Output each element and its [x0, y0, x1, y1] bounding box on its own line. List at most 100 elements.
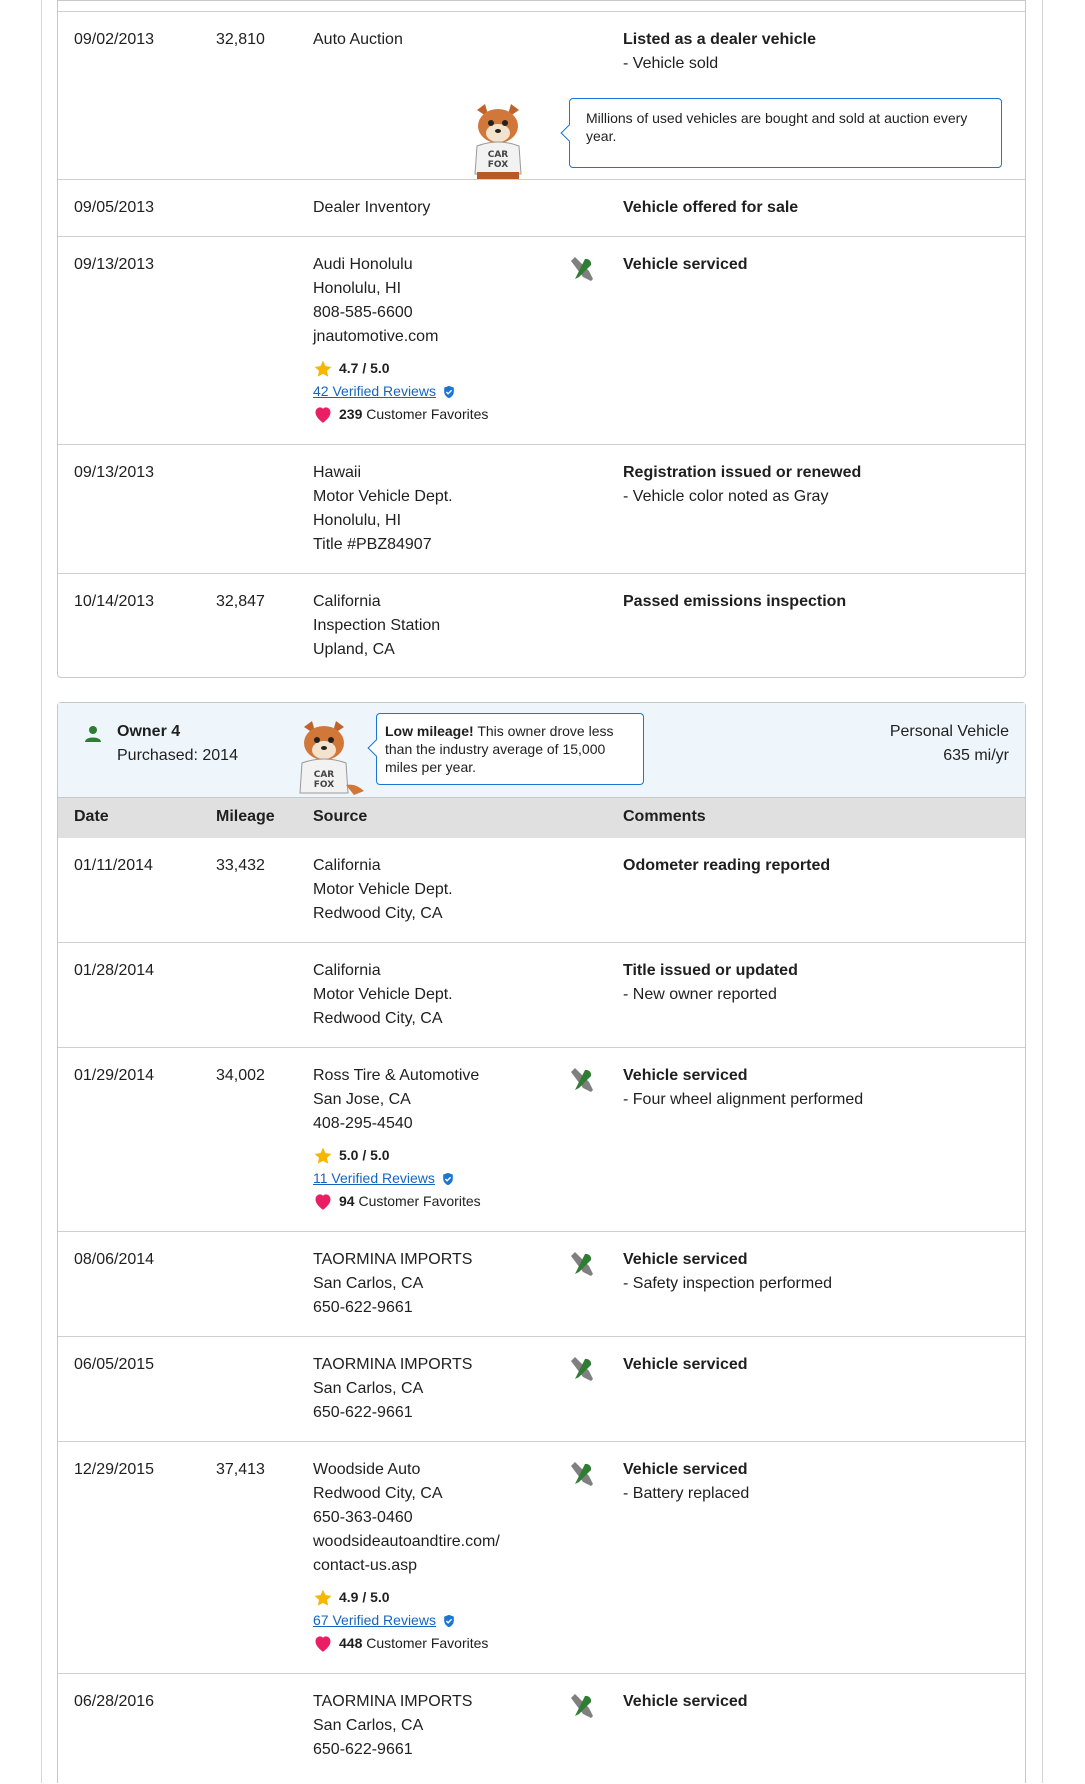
- source-location: San Jose, CA: [313, 1091, 411, 1108]
- source-line: San Carlos, CA: [313, 1275, 424, 1292]
- row-comments: Vehicle serviced: [623, 253, 748, 277]
- tooltip-text: Millions of used vehicles are bought and…: [586, 110, 968, 144]
- wrench-screwdriver-icon: [571, 1357, 593, 1381]
- star-icon: [314, 1147, 332, 1164]
- table-row: 06/05/2015 TAORMINA IMPORTS San Carlos, …: [58, 1336, 1025, 1441]
- history-section-owner-4: Owner 4 Purchased: 2014 CAR FOX Low mile…: [57, 702, 1026, 1783]
- comment-title: Vehicle serviced: [623, 1461, 748, 1478]
- star-icon: [314, 1589, 332, 1606]
- row-date: 09/13/2013: [74, 464, 155, 481]
- wrench-screwdriver-icon: [571, 1694, 593, 1718]
- row-comments: Vehicle serviced: [623, 1353, 748, 1377]
- row-date: 10/14/2013: [74, 593, 155, 610]
- verified-reviews-link[interactable]: 42 Verified Reviews: [313, 380, 436, 403]
- comment-detail: - Safety inspection performed: [623, 1275, 832, 1292]
- row-date: 01/29/2014: [74, 1067, 155, 1084]
- source-location: Redwood City, CA: [313, 1485, 443, 1502]
- table-row: 09/13/2013 Hawaii Motor Vehicle Dept. Ho…: [58, 444, 1025, 573]
- source-line: TAORMINA IMPORTS: [313, 1693, 473, 1710]
- miles-per-year: 635 mi/yr: [943, 747, 1009, 764]
- favorites-count: 239: [339, 406, 363, 422]
- wrench-screwdriver-icon: [571, 257, 593, 281]
- table-row: 09/02/2013 32,810 Auto Auction Listed as…: [58, 11, 1025, 179]
- source-name: Ross Tire & Automotive: [313, 1067, 480, 1084]
- star-icon: [314, 360, 332, 377]
- verified-check-icon: [443, 1172, 453, 1185]
- row-source: Woodside Auto Redwood City, CA 650-363-0…: [313, 1458, 500, 1655]
- source-website: woodsideautoandtire.com/: [313, 1533, 500, 1550]
- source-line: 650-622-9661: [313, 1299, 413, 1316]
- dealer-rating: 4.7 / 5.0 42 Verified Reviews 239 Custom…: [313, 357, 488, 426]
- favorites-count: 448: [339, 1635, 363, 1651]
- row-date: 09/05/2013: [74, 199, 155, 216]
- owner-header: Owner 4 Purchased: 2014 CAR FOX Low mile…: [58, 703, 1025, 798]
- row-mileage: 37,413: [216, 1461, 265, 1478]
- source-line: Honolulu, HI: [313, 512, 402, 529]
- wrench-screwdriver-icon: [571, 1462, 593, 1486]
- verified-reviews-link[interactable]: 11 Verified Reviews: [313, 1167, 435, 1190]
- row-date: 06/05/2015: [74, 1356, 155, 1373]
- heart-icon: [315, 1194, 331, 1210]
- vehicle-use-type: Personal Vehicle: [889, 723, 1009, 740]
- comment-title: Vehicle serviced: [623, 1356, 748, 1373]
- svg-text:FOX: FOX: [488, 160, 508, 170]
- comment-title: Vehicle serviced: [623, 1251, 748, 1268]
- col-comments: Comments: [623, 808, 706, 825]
- table-row: 09/13/2013 Audi Honolulu Honolulu, HI 80…: [58, 236, 1025, 444]
- owner-label: Owner 4: [117, 723, 181, 740]
- row-date: 09/02/2013: [74, 31, 155, 48]
- row-date: 06/28/2016: [74, 1693, 155, 1710]
- source-line: Auto Auction: [313, 31, 403, 48]
- carfox-mascot: CAR FOX: [299, 721, 364, 795]
- source-phone: 650-363-0460: [313, 1509, 413, 1526]
- comment-detail: - Four wheel alignment performed: [623, 1091, 864, 1108]
- favorites-count: 94: [339, 1193, 355, 1209]
- source-line: TAORMINA IMPORTS: [313, 1356, 473, 1373]
- source-line: San Carlos, CA: [313, 1717, 424, 1734]
- source-line: Upland, CA: [313, 641, 395, 658]
- row-comments: Title issued or updated - New owner repo…: [623, 959, 798, 1007]
- row-source: TAORMINA IMPORTS San Carlos, CA 650-622-…: [313, 1690, 472, 1762]
- comment-title: Vehicle offered for sale: [623, 199, 799, 216]
- comment-title: Title issued or updated: [623, 962, 798, 979]
- source-line: Motor Vehicle Dept.: [313, 488, 453, 505]
- verified-reviews-link[interactable]: 67 Verified Reviews: [313, 1609, 436, 1632]
- source-location: Honolulu, HI: [313, 280, 402, 297]
- history-section-previous-owner: 09/02/2013 32,810 Auto Auction Listed as…: [57, 0, 1026, 678]
- source-line: TAORMINA IMPORTS: [313, 1251, 473, 1268]
- row-comments: Odometer reading reported: [623, 854, 830, 878]
- row-comments: Vehicle offered for sale: [623, 196, 798, 220]
- source-line: Motor Vehicle Dept.: [313, 986, 453, 1003]
- source-line: 650-622-9661: [313, 1404, 413, 1421]
- wrench-screwdriver-icon: [571, 1252, 593, 1276]
- row-source: California Inspection Station Upland, CA: [313, 590, 440, 662]
- dealer-rating: 5.0 / 5.0 11 Verified Reviews 94 Custome…: [313, 1144, 481, 1213]
- col-date: Date: [74, 808, 109, 825]
- heart-icon: [315, 407, 331, 423]
- source-name: Audi Honolulu: [313, 256, 413, 273]
- comment-title: Vehicle serviced: [623, 1067, 748, 1084]
- row-mileage: 32,810: [216, 31, 265, 48]
- row-source: Audi Honolulu Honolulu, HI 808-585-6600 …: [313, 253, 488, 426]
- comment-title: Listed as a dealer vehicle: [623, 31, 816, 48]
- col-source: Source: [313, 808, 368, 825]
- source-line: Redwood City, CA: [313, 1010, 443, 1027]
- rating-score: 5.0 / 5.0: [339, 1147, 390, 1163]
- verified-check-icon: [444, 1614, 454, 1627]
- row-comments: Passed emissions inspection: [623, 590, 846, 614]
- source-line: San Carlos, CA: [313, 1380, 424, 1397]
- tooltip-bold: Low mileage!: [385, 723, 474, 739]
- comment-detail: - Vehicle color noted as Gray: [623, 488, 829, 505]
- row-source: Auto Auction: [313, 28, 403, 52]
- svg-text:CAR: CAR: [488, 150, 509, 160]
- source-name: Woodside Auto: [313, 1461, 421, 1478]
- row-comments: Vehicle serviced - Four wheel alignment …: [623, 1064, 863, 1112]
- row-mileage: 32,847: [216, 593, 265, 610]
- favorites-label: Customer Favorites: [366, 1635, 489, 1651]
- table-row: 06/28/2016 TAORMINA IMPORTS San Carlos, …: [58, 1673, 1025, 1784]
- source-phone: 808-585-6600: [313, 304, 413, 321]
- table-row: 09/05/2013 Dealer Inventory Vehicle offe…: [58, 179, 1025, 236]
- dealer-rating: 4.9 / 5.0 67 Verified Reviews 448 Custom…: [313, 1586, 500, 1655]
- table-row: 01/29/2014 34,002 Ross Tire & Automotive…: [58, 1047, 1025, 1231]
- source-line: Title #PBZ84907: [313, 536, 432, 553]
